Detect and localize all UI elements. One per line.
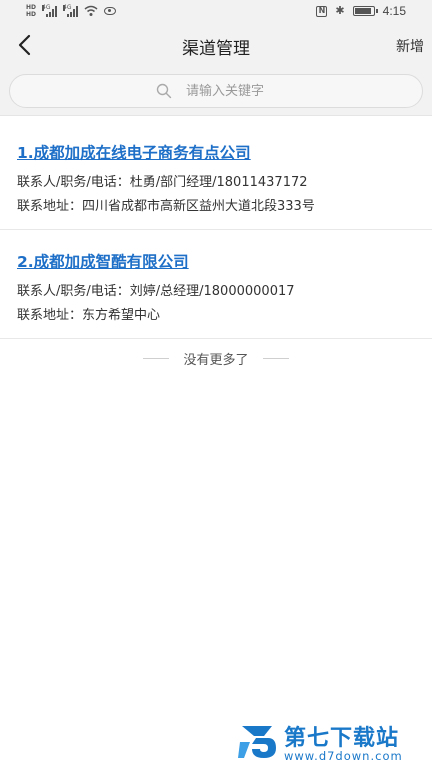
- divider: [262, 357, 289, 359]
- eye-icon: [104, 7, 117, 15]
- channel-contact: 联系人/职务/电话：杜勇/部门经理/18011437172: [17, 175, 308, 190]
- watermark: 第七下载站 www.d7down.com: [238, 718, 428, 768]
- status-right-icons: N ✱ 4:15: [316, 4, 406, 18]
- watermark-name: 第七下载站: [284, 726, 400, 751]
- status-bar: HD HD 4G 4G N ✱ 4:15: [0, 0, 432, 24]
- navigation-bar: 渠道管理 新增: [0, 24, 432, 66]
- bluetooth-icon: ✱: [335, 4, 345, 17]
- divider: [143, 357, 170, 359]
- no-more-text: 没有更多了: [183, 352, 249, 368]
- channel-address: 联系地址：东方希望中心: [17, 308, 161, 323]
- watermark-url: www.d7down.com: [284, 749, 403, 763]
- no-more-indicator: 没有更多了: [0, 349, 432, 368]
- channel-address: 联系地址：四川省成都市高新区益州大道北段333号: [17, 199, 315, 214]
- status-time: 4:15: [382, 4, 406, 18]
- list-item[interactable]: 2.成都加成智酷有限公司 联系人/职务/电话：刘婷/总经理/1800000001…: [0, 236, 432, 339]
- hd-icon: HD HD: [26, 4, 37, 18]
- channel-title-link[interactable]: 1.成都加成在线电子商务有点公司: [17, 141, 251, 163]
- wifi-icon: [84, 5, 98, 16]
- battery-icon: [352, 6, 378, 16]
- add-button[interactable]: 新增: [396, 36, 424, 56]
- signal-icon: 4G: [42, 5, 58, 17]
- status-left-icons: HD HD 4G 4G: [26, 4, 117, 18]
- channel-title-link[interactable]: 2.成都加成智酷有限公司: [17, 250, 189, 272]
- nfc-icon: N: [316, 5, 328, 17]
- watermark-logo-icon: [238, 726, 276, 758]
- battery-level: [354, 8, 371, 14]
- list-item[interactable]: 1.成都加成在线电子商务有点公司 联系人/职务/电话：杜勇/部门经理/18011…: [0, 127, 432, 230]
- search-box[interactable]: [9, 74, 423, 108]
- channel-contact: 联系人/职务/电话：刘婷/总经理/18000000017: [17, 284, 295, 299]
- page-title: 渠道管理: [182, 39, 250, 59]
- search-input[interactable]: [186, 81, 386, 101]
- search-bar: [0, 66, 432, 116]
- search-icon: [156, 83, 172, 99]
- signal-icon: 4G: [63, 5, 79, 17]
